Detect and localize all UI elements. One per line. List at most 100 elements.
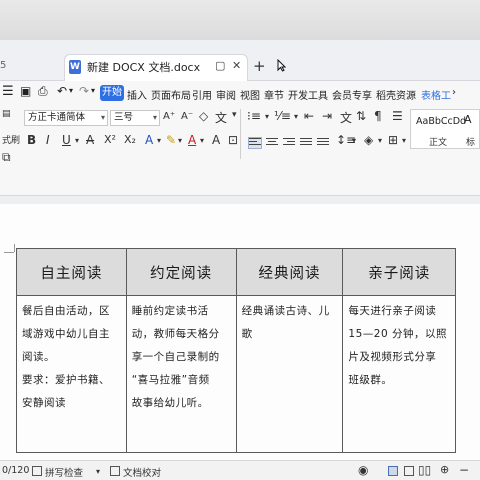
numbered-list-icon[interactable]: ⅟≡ <box>274 109 291 123</box>
read-view-icon[interactable]: ▯▯ <box>418 463 431 477</box>
shrink-font-button[interactable]: A⁻ <box>181 111 193 122</box>
grow-font-button[interactable]: A⁺ <box>163 111 175 122</box>
font-name-select[interactable]: 方正卡通简体 ▾ <box>24 110 108 126</box>
eye-protect-icon[interactable]: ◉ <box>358 463 368 477</box>
tab-review[interactable]: 审阅 <box>216 87 236 102</box>
char-shading-icon[interactable]: A <box>212 133 220 147</box>
chinese-layout-icon[interactable]: 文 <box>340 109 352 126</box>
tab-developer[interactable]: 开发工具 <box>288 87 328 102</box>
increase-indent-icon[interactable]: ⇥ <box>322 109 332 123</box>
web-view-icon[interactable]: ⊕ <box>440 463 449 476</box>
tab-section[interactable]: 章节 <box>264 87 284 102</box>
document-page[interactable]: 自主阅读 约定阅读 经典阅读 亲子阅读 餐后自由活动，区 域游戏中幼儿自主 阅读… <box>0 204 480 460</box>
cell-line: 片及视频形式分享 <box>348 351 437 363</box>
menu-more-icon[interactable]: › <box>452 87 456 98</box>
font-name-value: 方正卡通简体 <box>28 112 86 123</box>
tab-view[interactable]: 视图 <box>240 87 260 102</box>
outline-view-icon[interactable] <box>404 466 414 476</box>
chevron-down-icon[interactable]: ▾ <box>232 110 237 120</box>
cell-line: 睡前约定读书活 <box>131 305 209 317</box>
chevron-down-icon[interactable]: ▾ <box>378 136 382 145</box>
reading-activities-table[interactable]: 自主阅读 约定阅读 经典阅读 亲子阅读 餐后自由活动，区 域游戏中幼儿自主 阅读… <box>16 248 456 453</box>
chevron-down-icon[interactable]: ▾ <box>96 467 100 476</box>
cell-line: 歌 <box>241 328 253 340</box>
menu-icon[interactable]: ☰ <box>2 84 14 99</box>
style-heading-sample[interactable]: A <box>464 113 472 126</box>
sort-icon[interactable]: ⇅ <box>356 109 366 123</box>
font-color-icon[interactable]: A <box>188 133 196 147</box>
bullet-list-icon[interactable]: ⁝≡ <box>247 109 261 123</box>
align-left-icon[interactable] <box>248 137 262 149</box>
superscript-button[interactable]: X² <box>104 133 116 146</box>
table-cell[interactable]: 睡前约定读书活 动，教师每天格分 享一个自己录制的 “喜马拉雅”音频 故事给幼儿… <box>125 295 237 453</box>
highlight-icon[interactable]: ✎ <box>166 133 176 147</box>
clear-format-icon[interactable]: ◇ <box>199 109 208 123</box>
justify-icon[interactable] <box>300 138 312 148</box>
ribbon-separator <box>240 109 241 159</box>
font-color-a-icon[interactable]: A <box>145 133 153 147</box>
char-border-icon[interactable]: ⊡ <box>228 133 238 147</box>
chevron-down-icon[interactable]: ▾ <box>157 136 161 145</box>
tab-page-layout[interactable]: 页面布局 <box>151 87 191 102</box>
table-cell[interactable]: 每天进行亲子阅读 15—20 分钟，以照 片及视频形式分享 班级群。 <box>342 295 456 453</box>
chevron-down-icon[interactable]: ▾ <box>265 112 269 121</box>
style-heading-name[interactable]: 标 <box>466 135 475 148</box>
zoom-out-button[interactable]: − <box>459 463 469 477</box>
shading-icon[interactable]: ◈ <box>364 133 373 147</box>
print-icon[interactable]: ⎙ <box>38 84 48 99</box>
borders-icon[interactable]: ⊞ <box>388 133 398 147</box>
spell-check-button[interactable]: 拼写检查 <box>45 465 83 479</box>
tab-active-document[interactable]: W 新建 DOCX 文档.docx ▢ ✕ <box>64 54 248 81</box>
chevron-down-icon[interactable]: ▾ <box>294 112 298 121</box>
subscript-button[interactable]: X₂ <box>124 133 136 146</box>
save-icon[interactable]: ▣ <box>20 84 31 98</box>
page-count[interactable]: 0/120 <box>2 465 29 476</box>
copy-icon[interactable]: ⧉ <box>2 150 11 165</box>
distribute-icon[interactable] <box>317 138 329 148</box>
chevron-down-icon[interactable]: ▾ <box>69 86 73 95</box>
tab-home[interactable]: 开始 <box>100 85 124 101</box>
strikethrough-button[interactable]: A <box>86 133 94 147</box>
chevron-down-icon[interactable]: ▾ <box>75 136 79 145</box>
menu-bar: ☰ ▣ ⎙ ↶ ▾ ↷ ▾ 开始 插入 页面布局 引用 审阅 视图 章节 开发工… <box>0 81 480 105</box>
tab-member[interactable]: 会员专享 <box>332 87 372 102</box>
chevron-down-icon[interactable]: ▾ <box>178 136 182 145</box>
table-cell[interactable]: 经典诵读古诗、儿 歌 <box>235 295 344 453</box>
undo-icon[interactable]: ↶ <box>57 84 67 98</box>
bold-button[interactable]: B <box>27 133 36 147</box>
phonetic-icon[interactable]: 文 <box>215 109 227 126</box>
new-tab-button[interactable]: + <box>253 57 266 75</box>
paragraph-icon[interactable]: ☰ <box>392 109 403 123</box>
redo-icon[interactable]: ↷ <box>79 84 89 98</box>
tab-table-tools[interactable]: 表格工 <box>421 87 451 102</box>
header-cell-classic-reading[interactable]: 经典阅读 <box>235 248 344 296</box>
format-painter-label[interactable]: 式刷 <box>2 133 20 146</box>
tab-pin-icon[interactable]: ▢ <box>215 59 225 72</box>
proofread-button[interactable]: 文档校对 <box>123 465 161 479</box>
chevron-down-icon[interactable]: ▾ <box>352 136 356 145</box>
chevron-down-icon[interactable]: ▾ <box>402 136 406 145</box>
close-icon[interactable]: ✕ <box>232 59 241 72</box>
paste-icon[interactable]: ▤ <box>2 109 11 119</box>
previous-tab[interactable]: 5 <box>0 60 6 71</box>
wps-writer-window: 5 W 新建 DOCX 文档.docx ▢ ✕ + ☰ ▣ ⎙ ↶ ▾ ↷ ▾ … <box>0 40 480 480</box>
header-cell-parent-child-reading[interactable]: 亲子阅读 <box>342 248 456 296</box>
cell-line: 故事给幼儿听。 <box>131 397 209 409</box>
italic-button[interactable]: I <box>46 133 50 147</box>
header-cell-self-reading[interactable]: 自主阅读 <box>16 248 127 296</box>
show-marks-icon[interactable]: ¶ <box>374 109 382 123</box>
font-size-select[interactable]: 三号 ▾ <box>110 110 160 126</box>
chevron-down-icon[interactable]: ▾ <box>91 86 95 95</box>
page-view-icon[interactable] <box>388 466 398 476</box>
header-cell-agreed-reading[interactable]: 约定阅读 <box>125 248 237 296</box>
chevron-down-icon[interactable]: ▾ <box>200 136 204 145</box>
align-center-icon[interactable] <box>266 138 278 148</box>
decrease-indent-icon[interactable]: ⇤ <box>304 109 314 123</box>
cell-line: 经典诵读古诗、儿 <box>241 305 330 317</box>
table-cell[interactable]: 餐后自由活动，区 域游戏中幼儿自主 阅读。 要求：爱护书籍、 安静阅读 <box>16 295 127 453</box>
align-right-icon[interactable] <box>283 138 295 148</box>
underline-button[interactable]: U <box>62 133 71 147</box>
tab-insert[interactable]: 插入 <box>127 87 147 102</box>
tab-references[interactable]: 引用 <box>192 87 212 102</box>
tab-docer-resources[interactable]: 稻壳资源 <box>376 87 416 102</box>
